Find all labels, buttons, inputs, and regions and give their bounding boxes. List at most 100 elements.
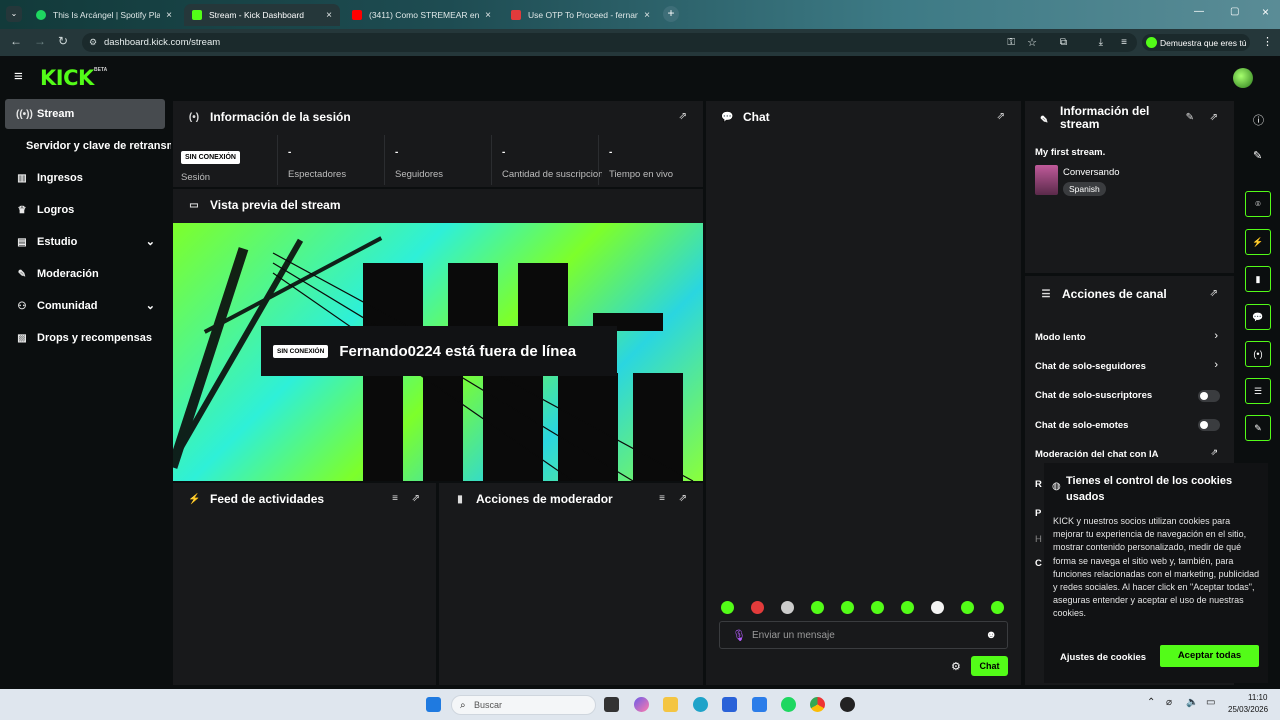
maximize-icon[interactable]: ▢: [1230, 6, 1239, 17]
rail-wrench-button[interactable]: ✎: [1245, 415, 1271, 441]
emote-icon[interactable]: [751, 601, 764, 614]
rail-scan-button[interactable]: ⌾: [1245, 191, 1271, 217]
browser-tab-kick[interactable]: Stream - Kick Dashboard ×: [184, 4, 340, 26]
network-icon[interactable]: ⌀: [1166, 697, 1172, 708]
emote-icon[interactable]: [931, 601, 944, 614]
outlook-icon[interactable]: [752, 697, 767, 712]
emote-icon[interactable]: [781, 601, 794, 614]
extensions-icon[interactable]: ⧉: [1060, 37, 1067, 48]
chat-send-button[interactable]: Chat: [971, 656, 1008, 676]
reload-icon[interactable]: ↻: [58, 34, 68, 48]
studio-icon: ▤: [17, 236, 27, 248]
window-close-icon[interactable]: ×: [1262, 5, 1269, 19]
forward-icon[interactable]: →: [34, 34, 46, 48]
clock-time[interactable]: 11:10: [1248, 693, 1267, 702]
store-icon[interactable]: [722, 697, 737, 712]
sidebar-item-estudio[interactable]: ▤ Estudio ⌄: [5, 227, 165, 257]
windows-start-icon[interactable]: [426, 697, 441, 712]
browser-tab-youtube[interactable]: (3411) Como STREMEAR en Kic ×: [344, 4, 499, 26]
copilot-icon[interactable]: [634, 697, 649, 712]
sidebar-item-ingresos[interactable]: ▥ Ingresos: [5, 163, 165, 193]
filter-icon[interactable]: ≡: [392, 493, 398, 504]
edge-icon[interactable]: [693, 697, 708, 712]
user-avatar[interactable]: [1233, 68, 1253, 88]
popout-icon[interactable]: ⇗: [1210, 112, 1218, 123]
popout-icon[interactable]: ⇗: [997, 111, 1005, 122]
emote-icon[interactable]: [721, 601, 734, 614]
emote-icon[interactable]: [901, 601, 914, 614]
obs-icon[interactable]: [840, 697, 855, 712]
emote-icon[interactable]: [811, 601, 824, 614]
channel-action-followers-only[interactable]: Chat de solo-seguidores: [1035, 361, 1225, 372]
cookie-settings-button[interactable]: Ajustes de cookies: [1053, 647, 1153, 669]
close-icon[interactable]: ×: [326, 10, 332, 21]
external-link-icon[interactable]: ⇗: [1210, 447, 1218, 458]
task-view-icon[interactable]: [604, 697, 619, 712]
sidebar-item-drops[interactable]: ▨ Drops y recompensas: [5, 323, 165, 353]
close-icon[interactable]: ×: [644, 10, 650, 21]
sidebar-item-logros[interactable]: ♛ Logros: [5, 195, 165, 225]
emote-icon[interactable]: [841, 601, 854, 614]
battery-icon[interactable]: ▭: [1206, 697, 1215, 708]
browser-tab-gmail[interactable]: Use OTP To Proceed - fernand ×: [503, 4, 658, 26]
sidebar-item-comunidad[interactable]: ⚇ Comunidad ⌄: [5, 291, 165, 321]
clock-date[interactable]: 25/03/2026: [1228, 705, 1268, 714]
emote-icon[interactable]: [991, 601, 1004, 614]
taskbar-search[interactable]: ⌕ Buscar: [451, 695, 596, 715]
browser-menu-icon[interactable]: ⋮: [1262, 35, 1273, 48]
sidebar-item-stream[interactable]: ((•)) Stream: [5, 99, 165, 129]
tab-search-chevron-icon[interactable]: ⌄: [6, 6, 22, 22]
volume-icon[interactable]: 🔈: [1186, 697, 1198, 708]
info-icon[interactable]: ⓘ: [1253, 112, 1264, 128]
chrome-icon[interactable]: [810, 697, 825, 712]
profile-chip[interactable]: Demuestra que eres tú: [1142, 34, 1250, 51]
broadcast-icon: ((•)): [16, 108, 33, 120]
channel-action-ai-moderation[interactable]: Moderación del chat con IA: [1035, 449, 1225, 460]
close-icon[interactable]: ×: [485, 10, 491, 21]
cookie-accept-button[interactable]: Aceptar todas: [1160, 645, 1259, 667]
chevron-right-icon[interactable]: ›: [1214, 359, 1218, 371]
rail-chat-button[interactable]: 💬: [1245, 304, 1271, 330]
file-explorer-icon[interactable]: [663, 697, 678, 712]
popout-icon[interactable]: ⇗: [1210, 288, 1218, 299]
sidebar-item-moderacion[interactable]: ✎ Moderación: [5, 259, 165, 289]
microphone-icon[interactable]: 🎙: [732, 629, 746, 642]
subscribers-only-toggle[interactable]: [1198, 390, 1220, 402]
sidebar-item-server-key[interactable]: Servidor y clave de retransmisión: [16, 131, 171, 161]
emotes-only-toggle[interactable]: [1198, 419, 1220, 431]
download-icon[interactable]: ⤓: [1099, 37, 1103, 48]
emote-icon[interactable]: [961, 601, 974, 614]
channel-action-slow-mode[interactable]: Modo lento: [1035, 332, 1225, 343]
popout-icon[interactable]: ⇗: [412, 493, 420, 504]
password-key-icon[interactable]: ⚿: [1007, 37, 1015, 48]
back-icon[interactable]: ←: [10, 34, 22, 48]
edit-icon[interactable]: ✎: [1186, 112, 1194, 123]
site-info-icon[interactable]: ⚙: [89, 37, 97, 48]
rail-sliders-button[interactable]: ☰: [1245, 378, 1271, 404]
reading-list-icon[interactable]: ≡: [1121, 37, 1127, 48]
close-icon[interactable]: ×: [166, 10, 172, 21]
chat-input[interactable]: 🎙 Enviar un mensaje ☻: [719, 621, 1008, 649]
rail-lightning-button[interactable]: ⚡: [1245, 229, 1271, 255]
popout-icon[interactable]: ⇗: [679, 493, 687, 504]
popout-icon[interactable]: ⇗: [679, 111, 687, 122]
bookmark-star-icon[interactable]: ☆: [1027, 36, 1037, 49]
spotify-icon[interactable]: [781, 697, 796, 712]
minimize-icon[interactable]: —: [1194, 6, 1204, 17]
rail-broadcast-button[interactable]: (•): [1245, 341, 1271, 367]
chevron-right-icon[interactable]: ›: [1214, 330, 1218, 342]
edit-icon[interactable]: ✎: [1253, 149, 1262, 162]
emote-icon[interactable]: [871, 601, 884, 614]
new-tab-button[interactable]: +: [663, 6, 679, 22]
chat-settings-icon[interactable]: ⚙: [951, 660, 961, 673]
address-bar[interactable]: ⚙ dashboard.kick.com/stream ⚿ ☆ ⧉ ⤓ ≡: [82, 33, 1137, 52]
channel-action-subscribers-only[interactable]: Chat de solo-suscriptores: [1035, 390, 1225, 401]
browser-tab-spotify[interactable]: This Is Arcángel | Spotify Playlis ×: [28, 4, 180, 26]
rail-document-button[interactable]: ▮: [1245, 266, 1271, 292]
channel-action-emotes-only[interactable]: Chat de solo-emotes: [1035, 420, 1225, 431]
kick-logo[interactable]: KICK: [40, 66, 94, 90]
hamburger-menu-icon[interactable]: ≡: [14, 68, 23, 85]
filter-icon[interactable]: ≡: [659, 493, 665, 504]
emoji-icon[interactable]: ☻: [985, 629, 997, 641]
tray-chevron-icon[interactable]: ⌃: [1147, 697, 1155, 708]
